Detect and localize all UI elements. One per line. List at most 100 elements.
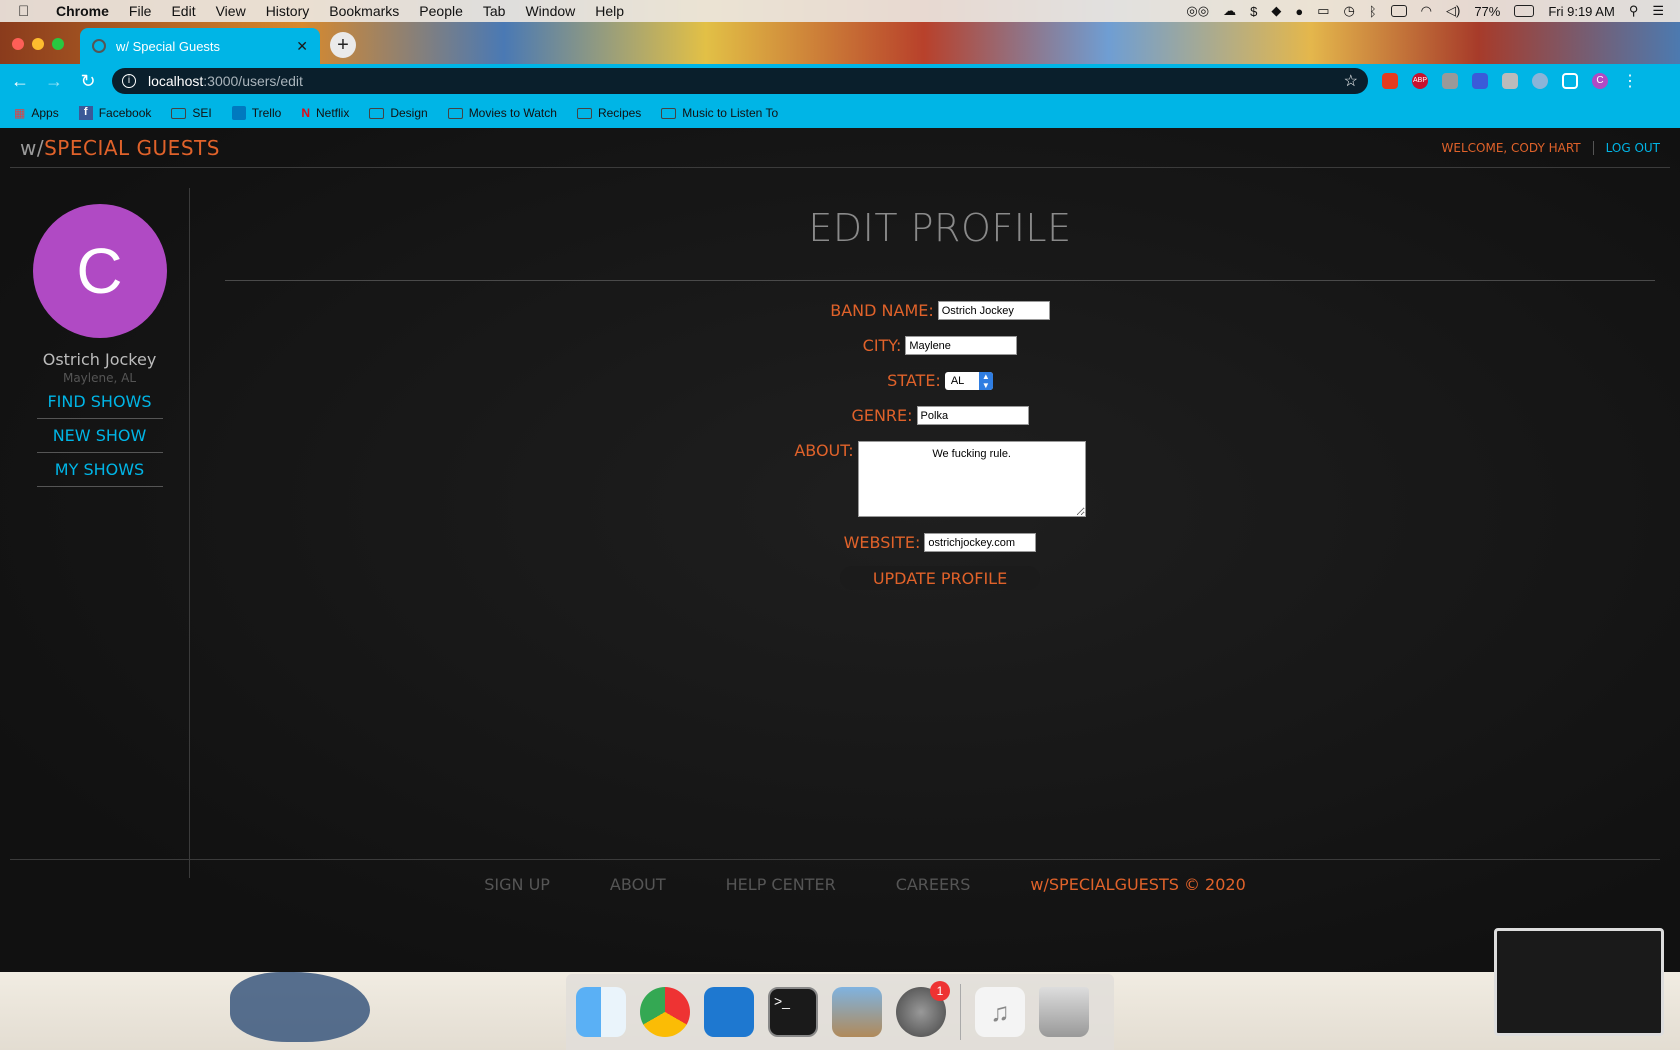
bookmark-label: Facebook bbox=[98, 106, 152, 120]
footer-about-link[interactable]: ABOUT bbox=[610, 875, 666, 894]
about-textarea[interactable]: We fucking rule. bbox=[857, 441, 1086, 517]
bookmarks-bar: ▦ Apps f Facebook SEI Trello N Netflix Desi… bbox=[0, 98, 1680, 128]
select-arrows-icon: ▲ ▼ bbox=[978, 371, 993, 390]
menu-view[interactable]: View bbox=[216, 3, 246, 19]
header-nav: WELCOME, CODY HART LOG OUT bbox=[1442, 140, 1660, 155]
update-profile-button[interactable]: UPDATE PROFILE bbox=[840, 566, 1040, 590]
macos-menu-bar:  Chrome File Edit View History Bookmark… bbox=[0, 0, 1680, 22]
menu-file[interactable]: File bbox=[129, 3, 152, 19]
genre-field[interactable] bbox=[916, 406, 1029, 425]
menu-bookmarks[interactable]: Bookmarks bbox=[329, 3, 399, 19]
minimize-window-button[interactable] bbox=[32, 38, 44, 50]
footer-help-center-link[interactable]: HELP CENTER bbox=[726, 875, 836, 894]
sidebar: C Ostrich Jockey Maylene, AL FIND SHOWS … bbox=[10, 188, 190, 878]
forward-icon[interactable]: → bbox=[44, 71, 64, 92]
finder-icon[interactable] bbox=[576, 987, 626, 1037]
menu-edit[interactable]: Edit bbox=[171, 3, 195, 19]
menu-app-name[interactable]: Chrome bbox=[56, 3, 109, 19]
stumbleupon-extension-icon[interactable] bbox=[1382, 73, 1398, 89]
band-name-field[interactable] bbox=[937, 301, 1050, 320]
time-machine-icon[interactable]: ◷ bbox=[1343, 3, 1354, 19]
band-name-row: BAND NAME: bbox=[225, 301, 1655, 320]
sidebar-item-new-show[interactable]: NEW SHOW bbox=[36, 419, 163, 453]
footer-sign-up-link[interactable]: SIGN UP bbox=[484, 875, 550, 894]
vscode-icon[interactable] bbox=[704, 987, 754, 1037]
more-menu-icon[interactable]: ⋮ bbox=[1622, 71, 1638, 91]
menu-help[interactable]: Help bbox=[595, 3, 624, 19]
close-window-button[interactable] bbox=[12, 38, 24, 50]
sidebar-item-my-shows[interactable]: MY SHOWS bbox=[36, 453, 163, 487]
avatar: C bbox=[32, 204, 167, 338]
screenshot-thumbnail[interactable] bbox=[1494, 928, 1664, 1036]
music-note-icon[interactable]: ♫ bbox=[975, 987, 1025, 1037]
bookmark-label: Apps bbox=[31, 106, 59, 120]
site-footer: SIGN UP ABOUT HELP CENTER CAREERS w/SPEC… bbox=[10, 859, 1660, 909]
spotlight-icon[interactable]: ⚲ bbox=[1629, 3, 1639, 19]
browser-toolbar: ← → ↻ i localhost:3000/users/edit ☆ ABP … bbox=[0, 64, 1680, 98]
bookmark-star-icon[interactable]: ☆ bbox=[1344, 71, 1358, 91]
url-host: localhost bbox=[148, 73, 204, 89]
cast-icon[interactable] bbox=[1562, 73, 1578, 89]
dollar-icon[interactable]: $ bbox=[1250, 4, 1257, 19]
bookmark-music[interactable]: Music to Listen To bbox=[661, 106, 778, 120]
tab-active[interactable]: w/ Special Guests ✕ bbox=[80, 28, 320, 64]
bookmark-sei[interactable]: SEI bbox=[171, 106, 212, 120]
bluetooth-icon[interactable]: ᛒ bbox=[1369, 4, 1377, 19]
bookmark-design[interactable]: Design bbox=[369, 106, 428, 120]
zoom-window-button[interactable] bbox=[52, 38, 64, 50]
dropbox-icon[interactable]: ◆ bbox=[1271, 3, 1281, 19]
preview-icon[interactable] bbox=[832, 987, 882, 1037]
bookmark-recipes[interactable]: Recipes bbox=[576, 106, 641, 120]
menu-clock[interactable]: Fri 9:19 AM bbox=[1548, 4, 1614, 19]
battery-icon[interactable] bbox=[1514, 5, 1535, 17]
folder-icon bbox=[447, 107, 463, 119]
reload-icon[interactable]: ↻ bbox=[78, 71, 98, 92]
menu-window[interactable]: Window bbox=[525, 3, 575, 19]
extension-icon[interactable] bbox=[1502, 73, 1518, 89]
bookmark-label: Music to Listen To bbox=[682, 106, 779, 120]
city-field[interactable] bbox=[905, 336, 1018, 355]
state-select[interactable]: AL ▲ ▼ bbox=[944, 371, 993, 390]
cloud-icon[interactable]: ☁ bbox=[1223, 3, 1236, 19]
bookmark-apps[interactable]: ▦ Apps bbox=[14, 106, 59, 120]
extension-icon[interactable] bbox=[1472, 73, 1488, 89]
system-preferences-icon[interactable]: 1 bbox=[896, 981, 950, 1037]
apple-icon[interactable]:  bbox=[18, 3, 38, 20]
logout-link[interactable]: LOG OUT bbox=[1594, 141, 1660, 155]
notification-center-icon[interactable]: ☰ bbox=[1652, 3, 1664, 19]
menu-history[interactable]: History bbox=[266, 3, 310, 19]
circle-icon[interactable]: ● bbox=[1295, 4, 1303, 19]
trash-icon[interactable] bbox=[1039, 987, 1089, 1037]
close-tab-icon[interactable]: ✕ bbox=[296, 38, 308, 55]
profile-avatar[interactable]: C bbox=[1592, 73, 1608, 89]
site-logo[interactable]: w/SPECIAL GUESTS bbox=[20, 136, 220, 160]
extension-icon[interactable] bbox=[1442, 73, 1458, 89]
footer-careers-link[interactable]: CAREERS bbox=[896, 875, 971, 894]
bookmark-label: SEI bbox=[192, 106, 212, 120]
new-tab-button[interactable]: + bbox=[330, 32, 356, 58]
volume-icon[interactable]: ◁) bbox=[1446, 3, 1460, 19]
wifi-icon[interactable]: ◠ bbox=[1421, 3, 1432, 19]
back-icon[interactable]: ← bbox=[10, 71, 30, 92]
battery-percent[interactable]: 77% bbox=[1474, 4, 1500, 19]
extension-icon[interactable] bbox=[1532, 73, 1548, 89]
bookmark-facebook[interactable]: f Facebook bbox=[78, 106, 152, 120]
menu-tab[interactable]: Tab bbox=[483, 3, 506, 19]
keyboard-icon[interactable] bbox=[1390, 5, 1407, 17]
terminal-icon[interactable]: >_ bbox=[768, 987, 818, 1037]
glasses-icon[interactable]: ◎◎ bbox=[1186, 3, 1209, 19]
welcome-text: WELCOME, CODY HART bbox=[1442, 140, 1594, 155]
address-bar[interactable]: i localhost:3000/users/edit ☆ bbox=[112, 68, 1368, 94]
website-field[interactable] bbox=[924, 533, 1037, 552]
bookmark-netflix[interactable]: N Netflix bbox=[301, 106, 349, 120]
bookmark-movies[interactable]: Movies to Watch bbox=[447, 106, 557, 120]
adblock-extension-icon[interactable]: ABP bbox=[1412, 73, 1428, 89]
bookmark-trello[interactable]: Trello bbox=[231, 106, 281, 120]
airplay-icon[interactable]: ▭ bbox=[1317, 3, 1329, 19]
chrome-icon[interactable] bbox=[640, 987, 690, 1037]
page-title: EDIT PROFILE bbox=[808, 206, 1072, 250]
sidebar-item-find-shows[interactable]: FIND SHOWS bbox=[36, 385, 163, 419]
menu-people[interactable]: People bbox=[419, 3, 463, 19]
about-label: ABOUT: bbox=[794, 441, 854, 460]
info-icon[interactable]: i bbox=[122, 74, 136, 88]
